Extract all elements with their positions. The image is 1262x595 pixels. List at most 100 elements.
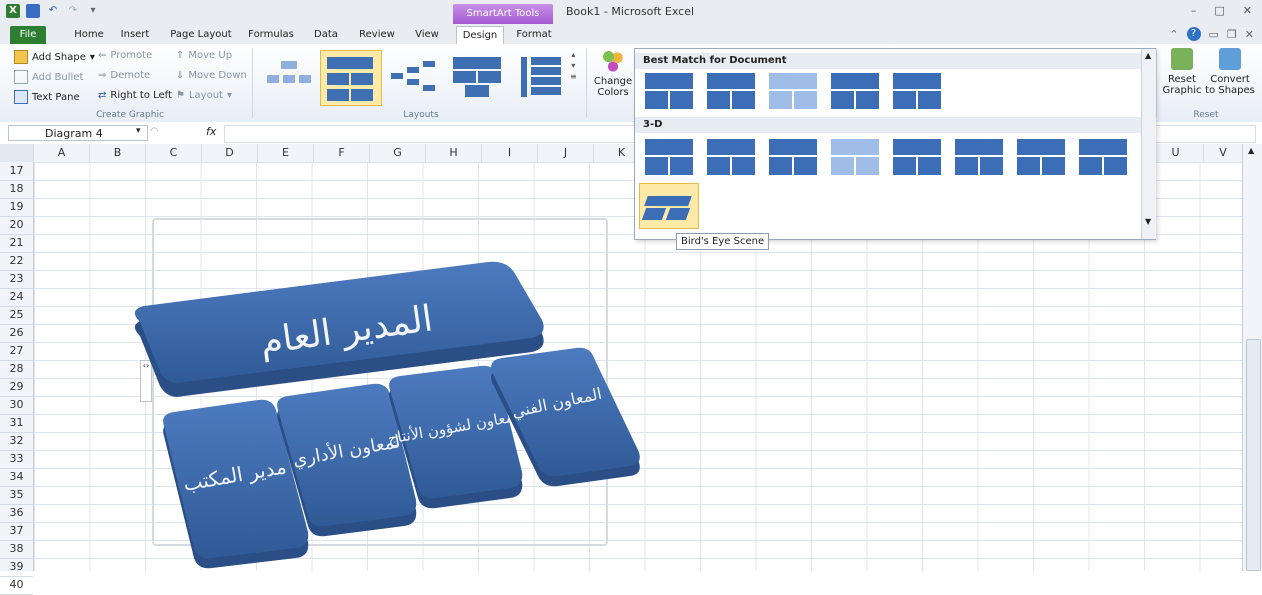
row-header[interactable]: 24 xyxy=(0,288,33,307)
column-header[interactable]: H xyxy=(426,144,482,162)
style-3d-2[interactable] xyxy=(705,137,757,177)
row-header[interactable]: 37 xyxy=(0,522,33,541)
row-header[interactable]: 25 xyxy=(0,306,33,325)
row-header[interactable]: 21 xyxy=(0,234,33,253)
tab-file[interactable]: File xyxy=(10,26,46,44)
row-header[interactable]: 34 xyxy=(0,468,33,487)
save-icon[interactable] xyxy=(26,4,40,18)
help-icon[interactable]: ? xyxy=(1186,27,1201,41)
style-3d-3[interactable] xyxy=(767,137,819,177)
more-icon[interactable]: ≡ xyxy=(570,72,577,81)
layout-button[interactable]: ⚑ Layout ▾ xyxy=(176,90,232,101)
layout-thumb-table-hierarchy[interactable] xyxy=(320,50,382,106)
row-header[interactable]: 22 xyxy=(0,252,33,271)
tab-page-layout[interactable]: Page Layout xyxy=(170,26,232,44)
name-box[interactable]: Diagram 4 xyxy=(8,125,148,141)
redo-icon[interactable]: ↷ xyxy=(66,4,80,18)
tab-home[interactable]: Home xyxy=(72,26,106,44)
column-header[interactable]: D xyxy=(202,144,258,162)
add-shape-button[interactable]: Add Shape ▾ xyxy=(14,50,95,64)
style-birds-eye-scene[interactable] xyxy=(639,183,699,229)
gallery-scrollbar[interactable]: ▲ ▼ xyxy=(1141,49,1156,239)
gallery-scroll-down-icon[interactable]: ▼ xyxy=(1145,217,1151,226)
excel-icon[interactable]: X xyxy=(6,4,20,18)
column-header[interactable]: U xyxy=(1148,144,1204,162)
row-header[interactable]: 19 xyxy=(0,198,33,217)
row-header[interactable]: 18 xyxy=(0,180,33,199)
tab-insert[interactable]: Insert xyxy=(118,26,152,44)
layout-thumb-hierarchy-list[interactable] xyxy=(450,52,504,100)
gallery-scroll-up-icon[interactable]: ▲ xyxy=(1145,51,1151,60)
minimize-button[interactable]: – xyxy=(1191,4,1197,17)
row-header[interactable]: 39 xyxy=(0,558,33,577)
row-header[interactable]: 26 xyxy=(0,324,33,343)
select-all-corner[interactable] xyxy=(0,144,34,162)
row-header[interactable]: 27 xyxy=(0,342,33,361)
customize-qat-icon[interactable]: ▾ xyxy=(86,4,100,18)
scrollbar-thumb[interactable] xyxy=(1246,339,1261,571)
restore-down-icon[interactable]: ❐ xyxy=(1227,28,1237,41)
layouts-scroll[interactable]: ▴ ▾ ≡ xyxy=(570,50,577,81)
tab-review[interactable]: Review xyxy=(358,26,396,44)
style-best-match-4[interactable] xyxy=(829,71,881,111)
tab-data[interactable]: Data xyxy=(312,26,340,44)
move-down-button[interactable]: ⇓ Move Down xyxy=(176,70,247,81)
move-up-button[interactable]: ⇑ Move Up xyxy=(176,50,232,61)
undo-icon[interactable]: ↶ xyxy=(46,4,60,18)
style-best-match-3[interactable] xyxy=(767,71,819,111)
column-header[interactable]: A xyxy=(34,144,90,162)
row-header[interactable]: 30 xyxy=(0,396,33,415)
layout-thumb-horizontal-hierarchy[interactable] xyxy=(388,52,442,100)
name-box-dropdown-icon[interactable]: ▾ xyxy=(136,126,141,136)
row-header[interactable]: 32 xyxy=(0,432,33,451)
style-best-match-5[interactable] xyxy=(891,71,943,111)
style-3d-5[interactable] xyxy=(891,137,943,177)
promote-button[interactable]: ⇐ Promote xyxy=(98,50,152,61)
column-header[interactable]: I xyxy=(482,144,538,162)
scroll-up-arrow-icon[interactable]: ▲ xyxy=(1248,146,1254,155)
column-header[interactable]: J xyxy=(538,144,594,162)
demote-button[interactable]: ⇒ Demote xyxy=(98,70,150,81)
convert-to-shapes-button[interactable]: Convert to Shapes xyxy=(1204,48,1256,96)
tab-format[interactable]: Format xyxy=(514,26,554,44)
vertical-scrollbar[interactable]: ▲ xyxy=(1242,144,1262,571)
row-header[interactable]: 20 xyxy=(0,216,33,235)
style-3d-4[interactable] xyxy=(829,137,881,177)
row-header[interactable]: 17 xyxy=(0,162,33,181)
close-workbook-icon[interactable]: ✕ xyxy=(1245,28,1254,41)
smartart-graphic[interactable]: المدير العام مدير المكتب المعاون الأداري… xyxy=(118,250,658,570)
close-button[interactable]: ✕ xyxy=(1243,4,1252,17)
tab-view[interactable]: View xyxy=(412,26,442,44)
restore-window-icon[interactable]: ▭ xyxy=(1209,28,1219,41)
column-header[interactable]: V xyxy=(1204,144,1243,162)
row-header[interactable]: 35 xyxy=(0,486,33,505)
scroll-up-icon[interactable]: ▴ xyxy=(571,50,575,59)
column-header[interactable]: C xyxy=(146,144,202,162)
row-header[interactable]: 38 xyxy=(0,540,33,559)
row-header[interactable]: 23 xyxy=(0,270,33,289)
style-3d-8[interactable] xyxy=(1077,137,1129,177)
scroll-down-icon[interactable]: ▾ xyxy=(571,61,575,70)
tab-design[interactable]: Design xyxy=(456,26,504,45)
column-header[interactable]: E xyxy=(258,144,314,162)
layout-thumb-vertical-hierarchy[interactable] xyxy=(512,52,566,100)
minimize-ribbon-icon[interactable]: ⌃ xyxy=(1169,28,1178,41)
column-header[interactable]: G xyxy=(370,144,426,162)
row-header[interactable]: 31 xyxy=(0,414,33,433)
row-header[interactable]: 33 xyxy=(0,450,33,469)
style-best-match-1[interactable] xyxy=(643,71,695,111)
reset-graphic-button[interactable]: Reset Graphic xyxy=(1162,48,1202,96)
row-header[interactable]: 40 xyxy=(0,576,33,595)
column-header[interactable]: B xyxy=(90,144,146,162)
column-header[interactable]: F xyxy=(314,144,370,162)
text-pane-button[interactable]: Text Pane xyxy=(14,90,80,104)
style-3d-7[interactable] xyxy=(1015,137,1067,177)
maximize-button[interactable]: □ xyxy=(1214,4,1224,17)
style-best-match-2[interactable] xyxy=(705,71,757,111)
layout-thumb-org-chart[interactable] xyxy=(262,52,316,100)
style-3d-6[interactable] xyxy=(953,137,1005,177)
style-3d-1[interactable] xyxy=(643,137,695,177)
row-header[interactable]: 36 xyxy=(0,504,33,523)
tab-formulas[interactable]: Formulas xyxy=(248,26,294,44)
row-header[interactable]: 29 xyxy=(0,378,33,397)
